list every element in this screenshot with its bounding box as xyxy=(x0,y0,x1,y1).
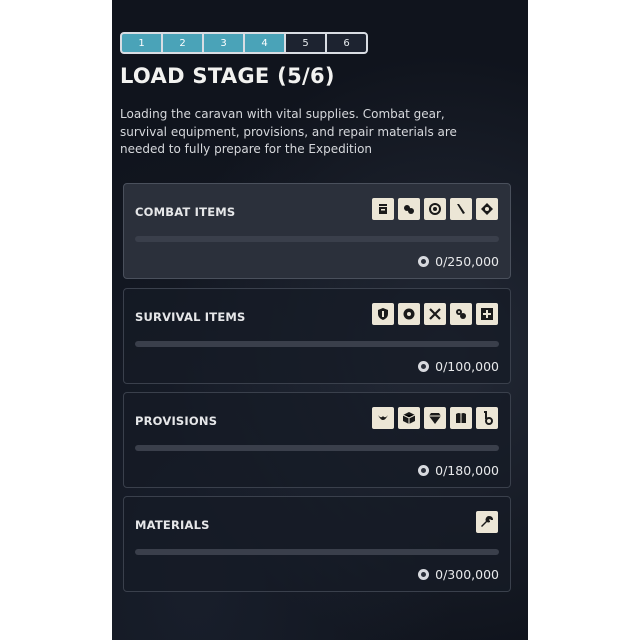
category-amount: 0/300,000 xyxy=(418,567,499,582)
category-amount: 0/180,000 xyxy=(418,463,499,478)
coin-icon xyxy=(418,465,430,476)
crate-icon xyxy=(398,407,420,429)
category-icons xyxy=(372,198,498,220)
amount-text: 0/250,000 xyxy=(435,254,499,269)
stage-step-2[interactable]: 2 xyxy=(163,34,202,52)
category-card-materials[interactable]: MATERIALS 0/300,000 xyxy=(123,496,511,592)
stage-step-6[interactable]: 6 xyxy=(327,34,366,52)
category-card-provisions[interactable]: PROVISIONS 0/180,000 xyxy=(123,392,511,488)
progress-bar xyxy=(135,445,499,451)
category-title: PROVISIONS xyxy=(135,414,218,428)
stage-step-4[interactable]: 4 xyxy=(245,34,284,52)
stage-description: Loading the caravan with vital supplies.… xyxy=(120,107,457,156)
blade-icon xyxy=(450,198,472,220)
stage-step-3[interactable]: 3 xyxy=(204,34,243,52)
crossed-tools-icon xyxy=(424,303,446,325)
grenade-icon xyxy=(372,198,394,220)
amount-text: 0/100,000 xyxy=(435,359,499,374)
hook-icon xyxy=(476,407,498,429)
leaf-icon xyxy=(372,407,394,429)
medkit-icon xyxy=(476,303,498,325)
gem-icon xyxy=(424,407,446,429)
stage-step-1[interactable]: 1 xyxy=(122,34,161,52)
amount-text: 0/180,000 xyxy=(435,463,499,478)
progress-bar xyxy=(135,549,499,555)
category-icons xyxy=(372,407,498,429)
category-title: COMBAT ITEMS xyxy=(135,205,236,219)
target-icon xyxy=(424,198,446,220)
category-icons xyxy=(372,303,498,325)
coin-icon xyxy=(418,256,430,267)
category-icons xyxy=(476,511,498,533)
coin-icon xyxy=(418,569,430,580)
progress-bar xyxy=(135,341,499,347)
category-amount: 0/100,000 xyxy=(418,359,499,374)
shield-icon xyxy=(372,303,394,325)
page-title: LOAD STAGE (5/6) xyxy=(120,64,335,88)
category-amount: 0/250,000 xyxy=(418,254,499,269)
category-card-combat[interactable]: COMBAT ITEMS 0/250,000 xyxy=(123,183,511,279)
wrench-icon xyxy=(476,511,498,533)
category-title: MATERIALS xyxy=(135,518,210,532)
bandage-icon xyxy=(450,303,472,325)
amount-text: 0/300,000 xyxy=(435,567,499,582)
category-title: SURVIVAL ITEMS xyxy=(135,310,246,324)
load-stage-panel: 1 2 3 4 5 6 LOAD STAGE (5/6) Loading the… xyxy=(112,0,528,640)
progress-bar xyxy=(135,236,499,242)
ammo-icon xyxy=(398,198,420,220)
canteen-icon xyxy=(450,407,472,429)
coin-icon xyxy=(418,361,430,372)
stage-stepper: 1 2 3 4 5 6 xyxy=(120,32,368,54)
explosive-icon xyxy=(476,198,498,220)
gear-icon xyxy=(398,303,420,325)
stage-step-5[interactable]: 5 xyxy=(286,34,325,52)
category-card-survival[interactable]: SURVIVAL ITEMS 0/100,000 xyxy=(123,288,511,384)
